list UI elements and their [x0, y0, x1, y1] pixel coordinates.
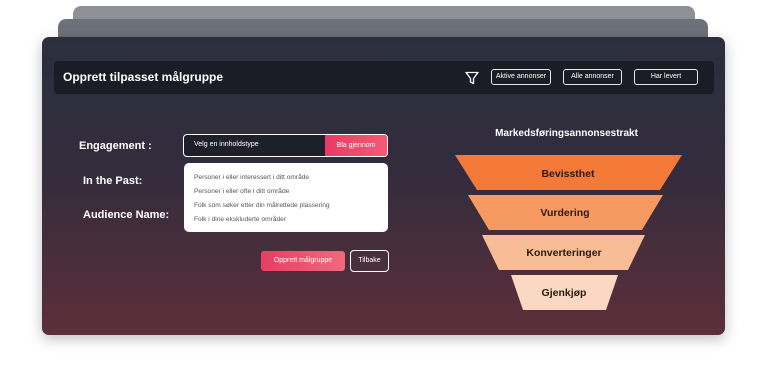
funnel-stage-repurchase: Gjenkjøp	[511, 275, 618, 310]
funnel-label-repurchase: Gjenkjøp	[542, 287, 587, 299]
funnel-label-conversions: Konverteringer	[526, 247, 601, 259]
audience-window: Opprett tilpasset målgruppe Aktive annon…	[42, 37, 725, 335]
funnel-stage-awareness: Bevissthet	[455, 155, 682, 190]
funnel-stage-consideration: Vurdering	[468, 195, 663, 230]
screenshot-stage: Opprett tilpasset målgruppe Aktive annon…	[0, 0, 768, 383]
funnel-stage-conversions: Konverteringer	[482, 235, 645, 270]
marketing-funnel: Bevissthet Vurdering Konverteringer Gjen…	[455, 155, 682, 310]
funnel-label-awareness: Bevissthet	[541, 168, 595, 180]
funnel-label-consideration: Vurdering	[540, 207, 589, 219]
